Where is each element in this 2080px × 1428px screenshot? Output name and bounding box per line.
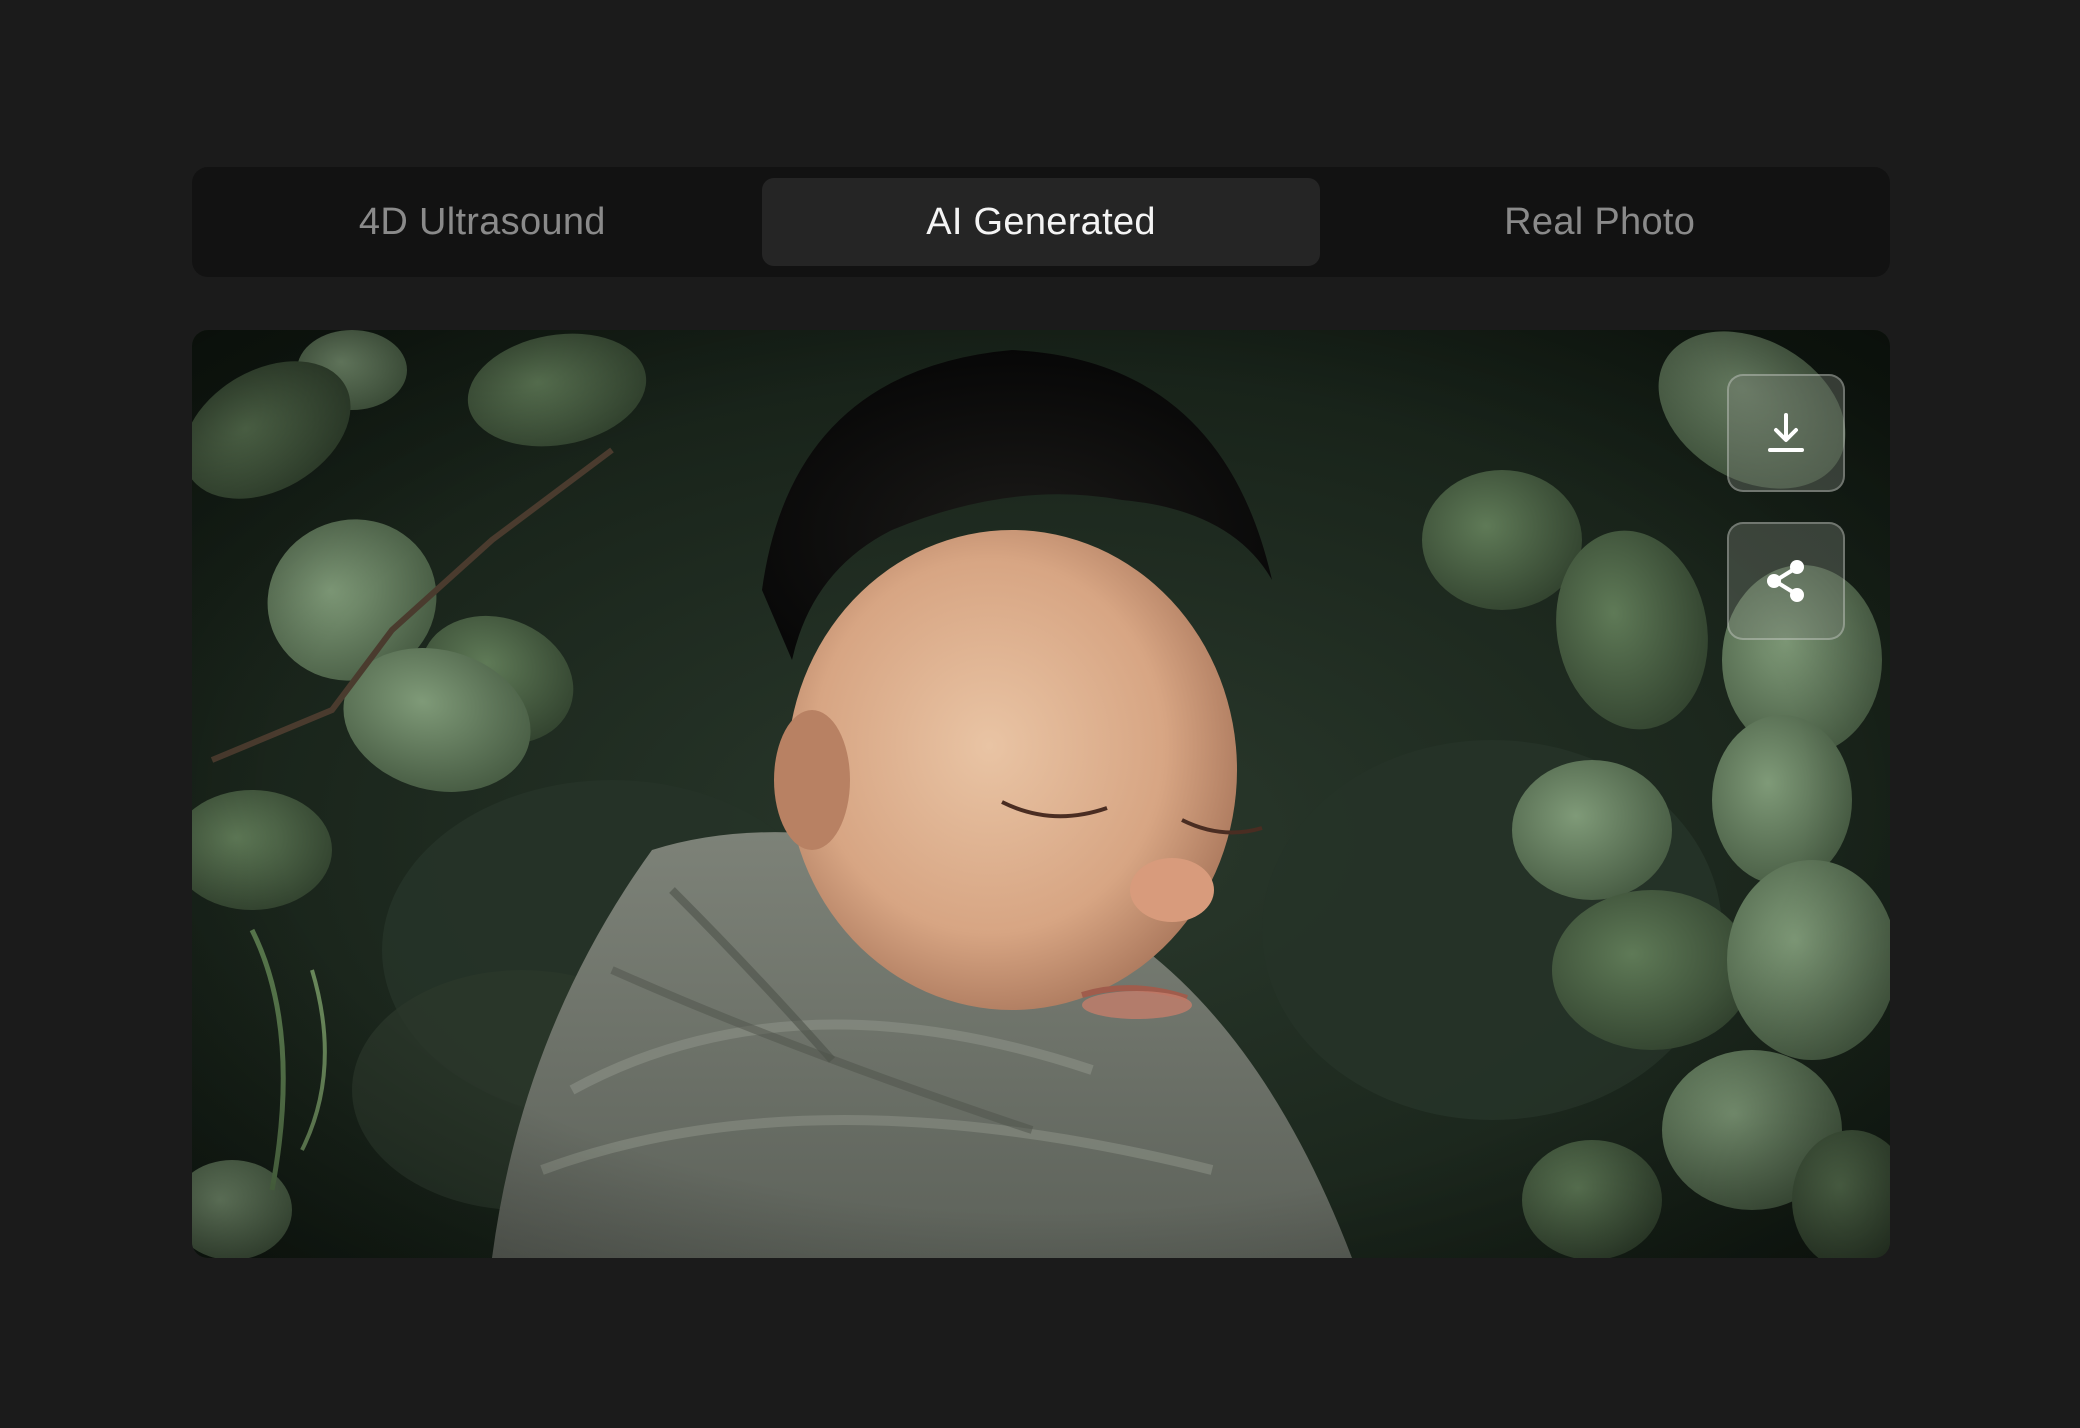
download-icon (1768, 413, 1804, 452)
share-icon (1767, 560, 1804, 602)
tab-real-photo[interactable]: Real Photo (1320, 178, 1879, 266)
page: 4D Ultrasound AI Generated Real Photo (0, 0, 2080, 1428)
download-button[interactable] (1727, 374, 1845, 492)
image-viewer (192, 330, 1890, 1258)
image-type-tabs: 4D Ultrasound AI Generated Real Photo (192, 167, 1890, 277)
share-button[interactable] (1727, 522, 1845, 640)
baby-photo (192, 330, 1890, 1258)
tab-4d-ultrasound[interactable]: 4D Ultrasound (203, 178, 762, 266)
tab-ai-generated[interactable]: AI Generated (761, 178, 1321, 266)
